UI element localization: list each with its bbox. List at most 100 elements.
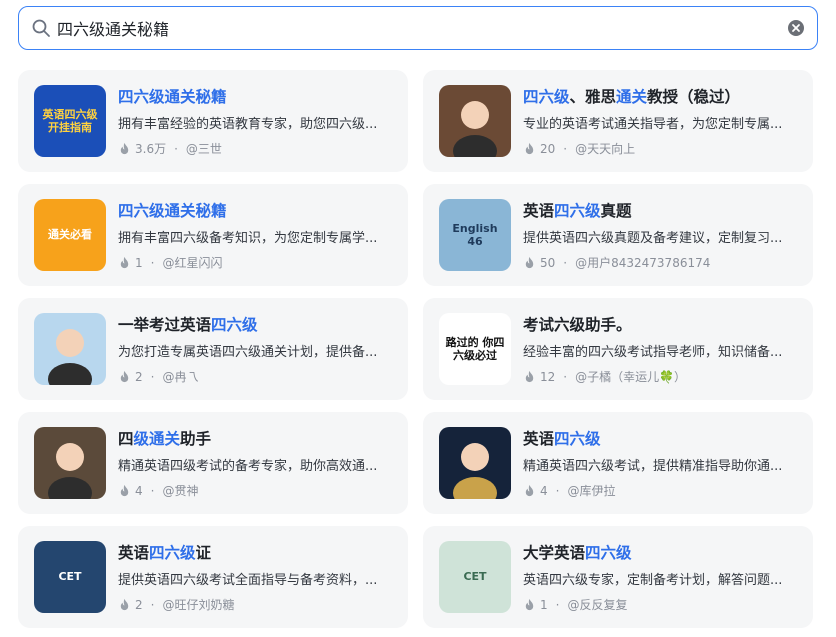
card-info: 四六级通关秘籍拥有丰富经验的英语教育专家，助您四六级... 3.6万 · @三世 xyxy=(118,85,394,157)
author-name[interactable]: @子橘（幸运儿🍀） xyxy=(575,368,686,385)
agent-card[interactable]: 英语四六级精通英语四六级考试，提供精准指导助你通... 4 · @库伊拉 xyxy=(423,412,813,514)
title-text: 助手 xyxy=(180,430,212,448)
card-description: 精通英语四六级考试，提供精准指导助你通... xyxy=(523,459,783,474)
card-meta: 3.6万 · @三世 xyxy=(118,140,394,157)
card-meta: 1 · @红星闪闪 xyxy=(118,254,394,271)
search-input[interactable] xyxy=(57,7,787,49)
card-title: 大学英语四六级 xyxy=(523,541,799,563)
card-description: 经验丰富的四六级考试指导老师，知识储备... xyxy=(523,345,783,360)
usage-count: 1 xyxy=(540,597,548,612)
separator-dot: · xyxy=(150,597,155,612)
search-icon xyxy=(32,19,50,37)
search-bar[interactable] xyxy=(18,6,818,50)
card-description: 专业的英语考试通关指导者，为您定制专属... xyxy=(523,117,783,132)
agent-card[interactable]: 路过的 你四六级必过 考试六级助手。经验丰富的四六级考试指导老师，知识储备... 1… xyxy=(423,298,813,400)
title-highlight: 四六级通关秘籍 xyxy=(118,202,227,220)
agent-card[interactable]: English 46 英语四六级真题 提供英语四六级真题及备考建议，定制复习... 5… xyxy=(423,184,813,286)
card-info: 英语四六级真题 提供英语四六级真题及备考建议，定制复习... 50 · @用户84324… xyxy=(523,199,799,271)
card-description: 拥有丰富四六级备考知识，为您定制专属学... xyxy=(118,231,378,246)
card-meta: 2 · @旺仔刘奶糖 xyxy=(118,596,394,613)
clear-icon[interactable] xyxy=(787,19,805,37)
fire-icon xyxy=(120,598,129,611)
card-meta: 12 · @子橘（幸运儿🍀） xyxy=(523,368,799,385)
agent-card[interactable]: 通关必看 四六级通关秘籍 拥有丰富四六级备考知识，为您定制专属学... 1 · @红星闪闪 xyxy=(18,184,408,286)
usage-count: 4 xyxy=(540,483,548,498)
title-text: 一举考过英语 xyxy=(118,316,212,334)
fire-icon xyxy=(525,598,534,611)
fire-icon xyxy=(525,370,534,383)
author-name[interactable]: @用户8432473786174 xyxy=(575,254,710,271)
author-name[interactable]: @天天向上 xyxy=(575,140,635,157)
usage-count: 4 xyxy=(135,483,143,498)
agent-card[interactable]: 四级通关助手 精通英语四级考试的备考专家，助你高效通... 4 · @贯神 xyxy=(18,412,408,514)
author-name[interactable]: @冉乁 xyxy=(162,368,198,385)
agent-avatar xyxy=(439,85,511,157)
separator-dot: · xyxy=(555,483,560,498)
title-highlight: 四六级 xyxy=(211,316,258,334)
title-text: 教授（稳过） xyxy=(647,88,741,106)
card-title: 英语四六级 xyxy=(523,427,799,449)
card-description: 提供英语四六级考试全面指导与备考资料，... xyxy=(118,573,378,588)
separator-dot: · xyxy=(150,255,155,270)
card-info: 四六级、雅思通关教授（稳过） 专业的英语考试通关指导者，为您定制专属... 20 · @… xyxy=(523,85,799,157)
separator-dot: · xyxy=(563,369,568,384)
card-description: 拥有丰富经验的英语教育专家，助您四六级... xyxy=(118,117,378,132)
author-name[interactable]: @库伊拉 xyxy=(567,482,615,499)
separator-dot: · xyxy=(174,141,178,156)
card-title: 四六级通关秘籍 xyxy=(118,85,394,107)
title-text: 英语 xyxy=(523,430,555,448)
usage-count: 3.6万 xyxy=(135,142,167,156)
title-highlight: 四六级 xyxy=(554,202,601,220)
card-info: 四级通关助手 精通英语四级考试的备考专家，助你高效通... 4 · @贯神 xyxy=(118,427,394,499)
avatar-label: 通关必看 xyxy=(48,228,92,242)
agent-avatar xyxy=(34,313,106,385)
agent-avatar: CET xyxy=(439,541,511,613)
card-info: 英语四六级精通英语四六级考试，提供精准指导助你通... 4 · @库伊拉 xyxy=(523,427,799,499)
avatar-portrait-icon xyxy=(48,443,92,499)
separator-dot: · xyxy=(563,141,568,156)
agent-card[interactable]: CET 大学英语四六级 英语四六级专家，定制备考计划，解答问题... 1 · @反反复复 xyxy=(423,526,813,628)
separator-dot: · xyxy=(555,597,560,612)
card-title: 英语四六级证 xyxy=(118,541,394,563)
card-description: 精通英语四级考试的备考专家，助你高效通... xyxy=(118,459,378,474)
author-name[interactable]: @反反复复 xyxy=(567,596,627,613)
card-title: 四六级、雅思通关教授（稳过） xyxy=(523,85,799,107)
agent-avatar: 路过的 你四六级必过 xyxy=(439,313,511,385)
agent-card[interactable]: 英语四六级开挂指南 四六级通关秘籍拥有丰富经验的英语教育专家，助您四六级... 3.… xyxy=(18,70,408,172)
usage-count: 12 xyxy=(540,369,556,384)
card-info: 一举考过英语四六级 为您打造专属英语四六级通关计划，提供备... 2 · @冉乁 xyxy=(118,313,394,385)
agent-avatar xyxy=(34,427,106,499)
agent-avatar xyxy=(439,427,511,499)
fire-icon xyxy=(120,256,129,269)
title-highlight: 级通关 xyxy=(133,430,181,448)
avatar-label: CET xyxy=(58,570,82,584)
title-text: 英语 xyxy=(118,544,150,562)
usage-count: 50 xyxy=(540,255,556,270)
agent-avatar: CET xyxy=(34,541,106,613)
title-highlight: 四六级 xyxy=(585,544,632,562)
card-meta: 20 · @天天向上 xyxy=(523,140,799,157)
author-name[interactable]: @三世 xyxy=(186,140,222,157)
card-title: 四级通关助手 xyxy=(118,427,394,449)
card-description: 为您打造专属英语四六级通关计划，提供备... xyxy=(118,345,378,360)
author-name[interactable]: @红星闪闪 xyxy=(162,254,222,271)
title-text: 证 xyxy=(195,544,212,562)
title-text: 英语 xyxy=(523,202,555,220)
author-name[interactable]: @旺仔刘奶糖 xyxy=(162,596,234,613)
agent-card[interactable]: CET 英语四六级证 提供英语四六级考试全面指导与备考资料，... 2 · @旺仔刘奶糖 xyxy=(18,526,408,628)
author-name[interactable]: @贯神 xyxy=(162,482,198,499)
title-text: 四 xyxy=(118,430,134,448)
title-highlight: 四六级 xyxy=(554,430,601,448)
card-title: 考试六级助手。 xyxy=(523,313,799,335)
fire-icon xyxy=(525,142,534,155)
title-highlight: 四六级 xyxy=(523,88,570,106)
agent-card[interactable]: 四六级、雅思通关教授（稳过） 专业的英语考试通关指导者，为您定制专属... 20 · @… xyxy=(423,70,813,172)
fire-icon xyxy=(120,370,129,383)
agent-avatar: 通关必看 xyxy=(34,199,106,271)
title-text: 考试六级助手。 xyxy=(523,316,632,334)
title-text: 、雅思 xyxy=(569,88,617,106)
fire-icon xyxy=(120,142,129,155)
avatar-label: 英语四六级开挂指南 xyxy=(42,107,98,134)
agent-card[interactable]: 一举考过英语四六级 为您打造专属英语四六级通关计划，提供备... 2 · @冉乁 xyxy=(18,298,408,400)
card-meta: 4 · @库伊拉 xyxy=(523,482,799,499)
